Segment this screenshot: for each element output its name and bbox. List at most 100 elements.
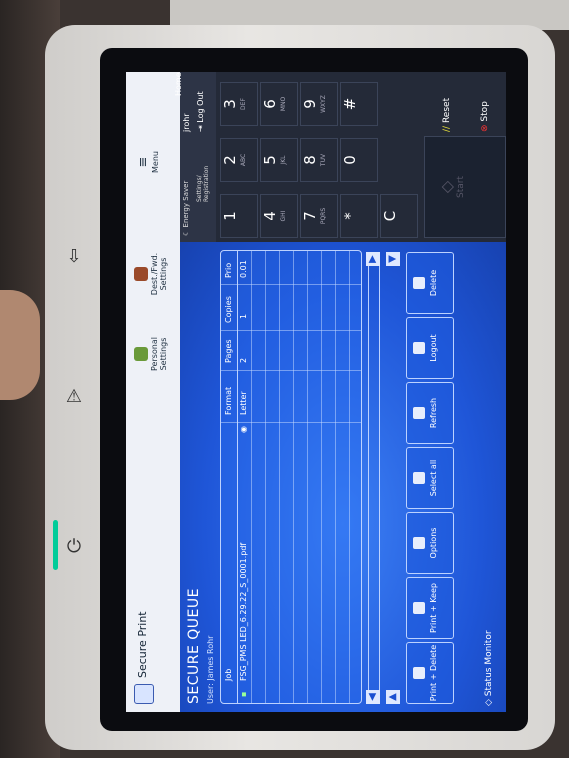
table-row[interactable]: [265, 251, 280, 703]
main-content: SECURE QUEUE User: James Rohr Job Format…: [180, 242, 506, 712]
key-9[interactable]: 9 WXYZ: [300, 82, 338, 126]
table-row[interactable]: [279, 251, 294, 703]
table-row[interactable]: [251, 251, 266, 703]
stop-label: Stop: [480, 101, 490, 122]
key-8[interactable]: 8 TUV: [300, 138, 338, 182]
queue-user: User: James Rohr: [206, 635, 215, 704]
clear-key-label: C: [381, 210, 399, 222]
key-8-letters: TUV: [320, 153, 327, 167]
reset-label: Reset: [442, 97, 452, 124]
logout-icon: [413, 342, 425, 354]
select-all-button[interactable]: Select all: [406, 447, 454, 509]
print-delete-label: Print + Delete: [429, 644, 438, 702]
key-2[interactable]: 2 ABC: [220, 138, 258, 182]
scroll-down-icon[interactable]: ▼: [386, 252, 400, 266]
key-7-letters: PQRS: [320, 207, 327, 225]
key-hash[interactable]: #: [340, 82, 378, 126]
personal-settings-label: Personal Settings: [150, 337, 168, 372]
scroll-left-icon[interactable]: ◀: [366, 690, 380, 704]
stop-button[interactable]: ⊗ Stop: [480, 76, 504, 132]
key-7[interactable]: 7 PQRS: [300, 194, 338, 238]
job-file-icon: ▪: [239, 691, 248, 697]
home-button[interactable]: Home: [174, 72, 183, 96]
print-keep-icon: [413, 602, 425, 614]
hand: [0, 290, 40, 400]
key-6[interactable]: 6 MNO: [260, 82, 298, 126]
title-bar: Secure Print Personal Settings Dest./Fwd…: [126, 72, 180, 712]
scroll-right-icon[interactable]: ▶: [366, 252, 380, 266]
key-9-digit: 9: [301, 99, 319, 109]
key-star-symbol: *: [341, 212, 359, 220]
key-3[interactable]: 3 DEF: [220, 82, 258, 126]
key-4-letters: GHI: [280, 210, 287, 222]
key-9-letters: WXYZ: [320, 95, 327, 113]
table-row[interactable]: [293, 251, 308, 703]
table-row[interactable]: [321, 251, 336, 703]
key-1-digit: 1: [221, 211, 239, 221]
key-1[interactable]: 1: [220, 194, 258, 238]
select-all-label: Select all: [429, 459, 438, 497]
dest-fwd-settings-label: Dest./Fwd. Settings: [150, 252, 168, 296]
energy-saver-button[interactable]: ☾ Energy Saver: [182, 181, 190, 236]
options-label: Options: [429, 527, 438, 559]
col-prio: Prio: [224, 262, 233, 278]
col-pages: Pages: [224, 339, 233, 363]
logout-button[interactable]: Logout: [406, 317, 454, 379]
power-icon[interactable]: ⏻: [62, 535, 86, 559]
refresh-label: Refresh: [429, 397, 438, 429]
key-5[interactable]: 5 JKL: [260, 138, 298, 182]
key-8-digit: 8: [301, 155, 319, 165]
clear-key[interactable]: C: [380, 194, 418, 238]
delete-icon: [413, 277, 425, 289]
key-4-digit: 4: [261, 211, 279, 221]
print-delete-button[interactable]: Print + Delete: [406, 642, 454, 704]
print-keep-button[interactable]: Print + Keep: [406, 577, 454, 639]
queue-title: SECURE QUEUE: [186, 588, 202, 704]
table-row[interactable]: [335, 251, 350, 703]
key-0-digit: 0: [341, 155, 359, 165]
login-key-icon[interactable]: ⇩: [62, 245, 86, 269]
reset-button[interactable]: // Reset: [442, 76, 466, 132]
log-out-button[interactable]: ⇥ Log Out: [196, 91, 205, 132]
reset-icon: //: [442, 125, 452, 132]
print-delete-icon: [413, 667, 425, 679]
select-all-icon: [413, 472, 425, 484]
logout-label: Logout: [429, 334, 438, 362]
settings-registration-button[interactable]: Settings/ Registration: [196, 166, 210, 202]
personal-settings-button[interactable]: Personal Settings: [130, 326, 176, 382]
key-0[interactable]: 0: [340, 138, 378, 182]
dest-fwd-settings-button[interactable]: Dest./Fwd. Settings: [130, 246, 176, 302]
delete-button[interactable]: Delete: [406, 252, 454, 314]
options-button[interactable]: Options: [406, 512, 454, 574]
secure-print-app-icon: [134, 684, 154, 704]
key-7-digit: 7: [301, 211, 319, 221]
session-bar: ☾ Energy Saver jrohr ⇥ Log Out Settings/…: [174, 72, 216, 242]
job-name: FSG_PMS LED_6.29.22_S_0001.pdf: [239, 542, 248, 681]
key-6-digit: 6: [261, 99, 279, 109]
key-3-digit: 3: [221, 99, 239, 109]
col-format: Format: [224, 386, 233, 415]
start-button[interactable]: ◇ Start: [424, 136, 506, 238]
table-row[interactable]: [307, 251, 322, 703]
stop-icon: ⊗: [480, 124, 490, 132]
key-star[interactable]: *: [340, 194, 378, 238]
refresh-button[interactable]: Refresh: [406, 382, 454, 444]
table-row[interactable]: ▪ FSG_PMS LED_6.29.22_S_0001.pdf ◉ Lette…: [237, 251, 252, 703]
touch-screen: Secure Print Personal Settings Dest./Fwd…: [126, 72, 506, 712]
key-3-letters: DEF: [240, 98, 247, 110]
status-monitor-button[interactable]: ◇ Status Monitor: [484, 630, 494, 706]
key-hash-symbol: #: [341, 97, 359, 111]
menu-button[interactable]: ≡ Menu: [130, 132, 176, 192]
delete-label: Delete: [429, 269, 438, 297]
horizontal-scrollbar[interactable]: [368, 258, 380, 700]
col-job: Job: [224, 668, 233, 681]
key-6-letters: MNO: [280, 96, 287, 112]
scroll-up-icon[interactable]: ▲: [386, 690, 400, 704]
job-pages: 2: [239, 357, 248, 363]
start-icon: ◇: [437, 180, 456, 194]
col-copies: Copies: [224, 296, 233, 323]
key-4[interactable]: 4 GHI: [260, 194, 298, 238]
warning-icon: ⚠: [65, 386, 83, 407]
job-copies: 1: [239, 313, 248, 319]
key-5-digit: 5: [261, 155, 279, 165]
